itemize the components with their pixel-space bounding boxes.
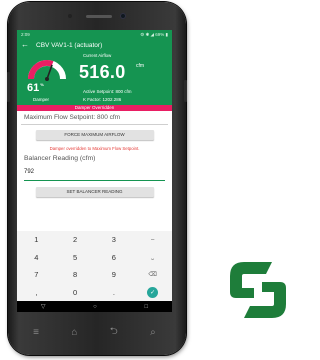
airflow-value: 516.0 <box>79 62 126 82</box>
key-period[interactable]: . <box>95 284 134 302</box>
power-button <box>184 80 187 102</box>
key-9[interactable]: 9 <box>95 266 134 284</box>
enter-key[interactable]: ✓ <box>133 284 172 302</box>
active-setpoint: Active Setpoint: 800 cfm <box>83 89 132 94</box>
nav-home-icon[interactable]: ○ <box>93 304 97 310</box>
nav-recents-icon[interactable]: □ <box>145 304 149 310</box>
check-icon: ✓ <box>147 286 159 298</box>
key-2[interactable]: 2 <box>56 231 95 249</box>
key-8[interactable]: 8 <box>56 266 95 284</box>
brand-logo <box>230 262 286 318</box>
key-1[interactable]: 1 <box>17 231 56 249</box>
hardware-nav-keys: ≡ ⌂ ⮌ ⌕ <box>17 320 172 344</box>
max-flow-setpoint: Maximum Flow Setpoint: 800 cfm <box>21 114 168 125</box>
earpiece-speaker <box>86 15 112 18</box>
damper-percent: 61% <box>27 82 44 94</box>
status-icons: ⚙ ✱ ◢ 69% ▮ <box>140 31 168 37</box>
nav-back-icon[interactable]: ▽ <box>41 303 46 310</box>
key-0[interactable]: 0 <box>56 284 95 302</box>
key-7[interactable]: 7 <box>17 266 56 284</box>
key-minus[interactable]: – <box>133 231 172 249</box>
balancer-input[interactable]: 792 <box>24 169 165 181</box>
key-comma[interactable]: , <box>17 284 56 302</box>
k-factor: K Factor: 1202.286 <box>83 97 122 102</box>
damper-label: Damper <box>33 97 50 102</box>
damper-gauge <box>28 60 66 81</box>
app-bar: ← CBV VAV1-1 (actuator) <box>17 39 172 51</box>
proximity-sensor <box>68 14 72 18</box>
numeric-keypad: 1 2 3 – 4 5 6 ⎵ 7 8 9 ⌫ , 0 . ✓ <box>17 231 172 301</box>
airflow-unit: cfm <box>136 63 145 69</box>
key-5[interactable]: 5 <box>56 249 95 267</box>
key-6[interactable]: 6 <box>95 249 134 267</box>
front-camera <box>120 13 126 19</box>
key-space[interactable]: ⎵ <box>133 249 172 267</box>
status-bar: 2:09 ⚙ ✱ ◢ 69% ▮ <box>17 30 172 39</box>
backspace-icon[interactable]: ⌫ <box>133 266 172 284</box>
status-time: 2:09 <box>21 32 30 37</box>
home-icon[interactable]: ⌂ <box>71 327 77 338</box>
override-message: Damper overridden to Maximum Flow Setpoi… <box>49 146 140 151</box>
phone-screen: 2:09 ⚙ ✱ ◢ 69% ▮ ← CBV VAV1-1 (actuator)… <box>17 30 172 312</box>
key-3[interactable]: 3 <box>95 231 134 249</box>
key-4[interactable]: 4 <box>17 249 56 267</box>
system-nav-bar: ▽ ○ □ <box>17 301 172 312</box>
back-icon[interactable]: ⮌ <box>110 324 118 341</box>
status-panel: 61% Damper Current Airflow 516.0 cfm Act… <box>17 51 172 105</box>
menu-icon[interactable]: ≡ <box>33 327 39 338</box>
set-balancer-reading-button[interactable]: SET BALANCER READING <box>35 187 154 197</box>
force-max-airflow-button[interactable]: FORCE MAXIMUM AIRFLOW <box>35 130 154 140</box>
page-title: CBV VAV1-1 (actuator) <box>36 41 103 49</box>
search-icon[interactable]: ⌕ <box>150 327 156 338</box>
volume-button <box>7 72 10 102</box>
balancer-label: Balancer Reading (cfm) <box>24 155 96 162</box>
airflow-label: Current Airflow <box>83 53 112 58</box>
main-content: Maximum Flow Setpoint: 800 cfm FORCE MAX… <box>17 111 172 197</box>
arrow-left-icon[interactable]: ← <box>21 39 30 51</box>
